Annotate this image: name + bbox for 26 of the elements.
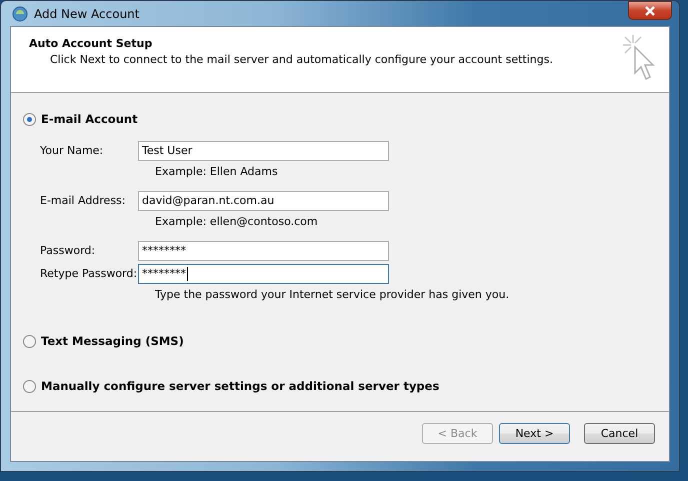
dialog-button[interactable]: Cancel xyxy=(584,423,655,444)
field-hint: Example: Ellen Adams xyxy=(154,164,279,180)
close-icon xyxy=(644,6,656,16)
app-icon xyxy=(12,6,28,22)
option-label[interactable]: E-mail Account xyxy=(41,112,138,126)
field-label: Retype Password: xyxy=(40,267,138,280)
input-field[interactable]: david@paran.nt.com.au xyxy=(138,190,389,210)
input-field[interactable]: ******** xyxy=(138,240,389,260)
option-label[interactable]: Text Messaging (SMS) xyxy=(41,334,184,348)
field-hint: Type the password your Internet service provider has given you. xyxy=(154,286,510,302)
window-title: Add New Account xyxy=(34,6,140,20)
radio-button[interactable] xyxy=(23,380,36,392)
close-button[interactable] xyxy=(628,1,672,20)
cursor-sparkle-icon xyxy=(621,33,655,83)
dialog-button[interactable]: Next > xyxy=(499,423,570,444)
field-label: E-mail Address: xyxy=(40,194,126,207)
input-field[interactable]: ******** xyxy=(138,264,389,284)
field-hint: Example: ellen@contoso.com xyxy=(154,214,319,230)
radio-button[interactable] xyxy=(23,112,36,126)
option-label[interactable]: Manually configure server settings or additional server types xyxy=(41,379,440,393)
input-field[interactable]: Test User xyxy=(138,140,389,160)
header-title: Auto Account Setup xyxy=(29,37,154,50)
header-subtitle: Click Next to connect to the mail server and automatically configure your account settings. xyxy=(49,53,554,66)
field-label: Your Name: xyxy=(40,144,104,157)
field-label: Password: xyxy=(40,244,96,257)
radio-button[interactable] xyxy=(23,334,36,348)
